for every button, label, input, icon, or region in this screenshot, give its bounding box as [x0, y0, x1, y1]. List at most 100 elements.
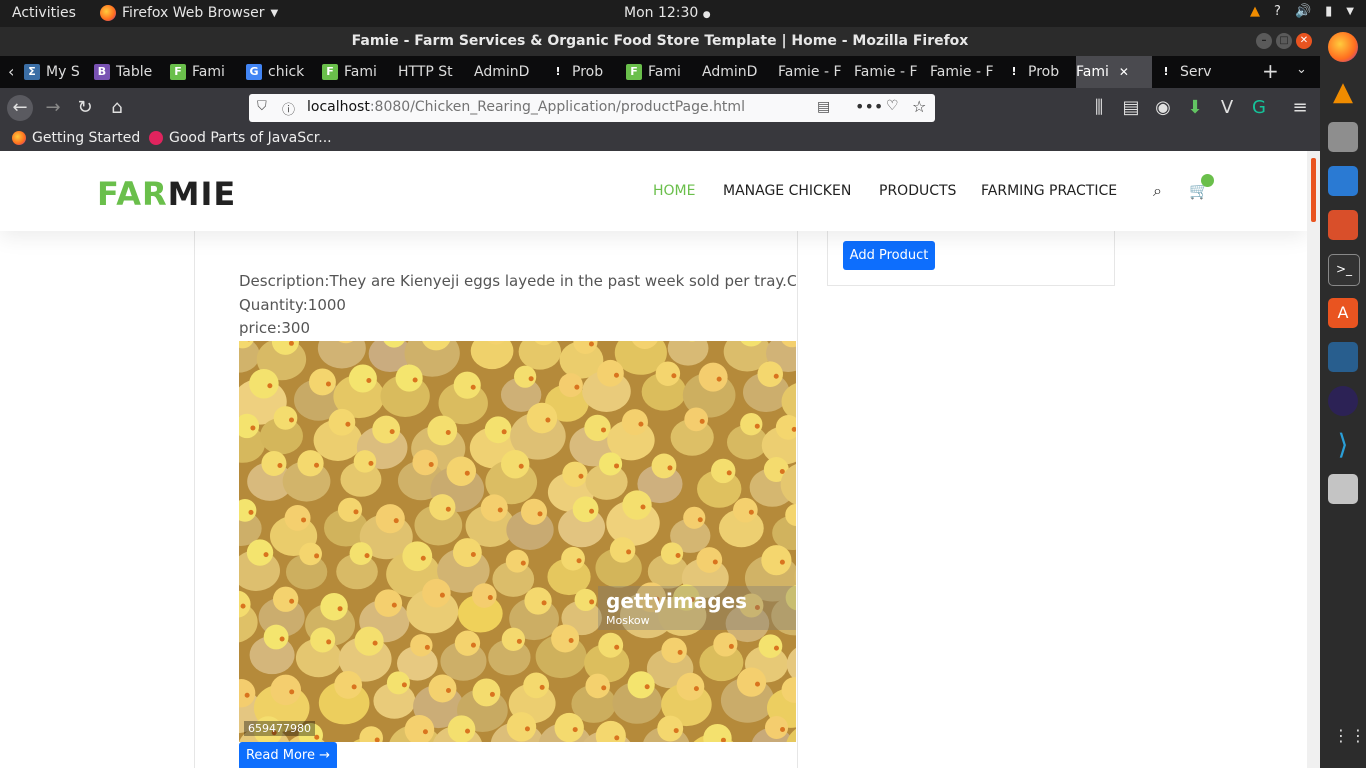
- image-viewer-dock-icon[interactable]: [1328, 474, 1358, 504]
- browser-tab[interactable]: Σ My S: [24, 56, 86, 88]
- tab-favicon: F: [322, 64, 338, 80]
- reader-view-icon[interactable]: ▤: [817, 99, 830, 115]
- nav-products[interactable]: PRODUCTS: [879, 183, 956, 199]
- nav-farming-practice[interactable]: FARMING PRACTICE: [981, 183, 1117, 199]
- extension-v-icon[interactable]: V: [1216, 97, 1238, 119]
- tab-label: AdminD: [474, 64, 530, 80]
- clock[interactable]: Mon 12:30 ●: [624, 5, 711, 21]
- browser-tab[interactable]: ! Serv: [1158, 56, 1228, 88]
- page-scrollbar-thumb[interactable]: [1311, 158, 1316, 222]
- read-more-button[interactable]: Read More →: [239, 742, 337, 768]
- browser-tab[interactable]: Fami ✕: [1076, 56, 1152, 88]
- volume-icon[interactable]: 🔊: [1295, 4, 1311, 19]
- pocket-icon[interactable]: ♡: [886, 98, 899, 114]
- chevron-down-icon: ▼: [270, 7, 279, 19]
- show-apps-icon[interactable]: ⋮⋮⋮: [1333, 728, 1366, 744]
- page-scrollbar[interactable]: [1307, 151, 1320, 768]
- download-icon[interactable]: ⬇: [1184, 97, 1206, 119]
- bookmark-label: Getting Started: [32, 130, 141, 146]
- bookmark-getting-started[interactable]: Getting Started: [12, 130, 140, 146]
- browser-tab[interactable]: ! Prob: [550, 56, 618, 88]
- tracking-shield-icon[interactable]: ⛉: [257, 99, 267, 114]
- url-bar[interactable]: ⛉ ⓘ localhost:8080/Chicken_Rearing_Appli…: [249, 94, 935, 122]
- add-product-button[interactable]: Add Product: [843, 241, 935, 270]
- files-dock-icon[interactable]: [1328, 122, 1358, 152]
- forward-button[interactable]: →: [42, 97, 64, 119]
- bookmark-star-icon[interactable]: ☆: [912, 97, 926, 116]
- site-logo[interactable]: FARMIE: [97, 175, 236, 213]
- info-icon[interactable]: ⓘ: [282, 99, 295, 118]
- tab-strip: ‹ Σ My S B Table F Fami Gchick F Fami HTTP St Admi…: [0, 56, 1320, 88]
- settings-dock-icon[interactable]: [1328, 210, 1358, 240]
- tab-label: chick: [268, 64, 305, 80]
- vscode-dock-icon[interactable]: ⟩: [1328, 430, 1358, 460]
- tab-favicon: !: [550, 64, 566, 80]
- nav-home[interactable]: HOME: [653, 183, 695, 199]
- cart-badge: [1201, 174, 1214, 187]
- minimize-button[interactable]: –: [1256, 33, 1272, 49]
- system-tray[interactable]: ▲ ? 🔊 ▮ ▼: [1250, 4, 1354, 19]
- tab-label: HTTP St: [398, 64, 453, 80]
- menu-icon[interactable]: ≡: [1289, 97, 1311, 119]
- browser-tab[interactable]: F Fami: [626, 56, 694, 88]
- browser-tab[interactable]: Famie - F: [930, 56, 998, 88]
- video-icon: [149, 131, 163, 145]
- browser-tab[interactable]: ! Prob: [1006, 56, 1074, 88]
- tab-scroll-left-icon[interactable]: ‹: [8, 62, 14, 81]
- eclipse-dock-icon[interactable]: [1328, 386, 1358, 416]
- back-button[interactable]: ←: [7, 95, 33, 121]
- browser-tab[interactable]: HTTP St: [398, 56, 466, 88]
- window-title: Famie - Farm Services & Organic Food Sto…: [351, 33, 969, 49]
- maximize-button[interactable]: □: [1276, 33, 1292, 49]
- mysql-dock-icon[interactable]: [1328, 342, 1358, 372]
- tab-favicon: Σ: [24, 64, 40, 80]
- new-tab-button[interactable]: +: [1262, 59, 1279, 83]
- vlc-tray-icon[interactable]: ▲: [1250, 4, 1260, 19]
- search-icon[interactable]: ⌕: [1153, 181, 1162, 201]
- tab-favicon: B: [94, 64, 110, 80]
- chevron-down-icon[interactable]: ▼: [1346, 6, 1354, 17]
- photo-id: 659477980: [244, 721, 315, 736]
- tab-label: Fami: [1076, 64, 1109, 80]
- system-top-bar: Activities Firefox Web Browser ▼ Mon 12:…: [0, 0, 1366, 27]
- browser-tab[interactable]: Famie - F: [854, 56, 922, 88]
- browser-tab[interactable]: B Table: [94, 56, 162, 88]
- browser-tab[interactable]: AdminD: [474, 56, 542, 88]
- software-dock-icon[interactable]: A: [1328, 298, 1358, 328]
- bookmarks-toolbar: Getting Started Good Parts of JavaScr...: [0, 128, 1320, 151]
- vlc-dock-icon[interactable]: ▲: [1328, 77, 1358, 107]
- help-icon[interactable]: ?: [1274, 4, 1281, 19]
- tab-label: Fami: [648, 64, 681, 80]
- browser-tab[interactable]: F Fami: [322, 56, 390, 88]
- app-menu[interactable]: Firefox Web Browser ▼: [100, 5, 278, 21]
- activities-button[interactable]: Activities: [12, 5, 76, 21]
- page-actions-icon[interactable]: •••: [855, 97, 883, 116]
- account-icon[interactable]: ◉: [1152, 97, 1174, 119]
- bookmark-good-parts[interactable]: Good Parts of JavaScr...: [149, 130, 332, 146]
- nav-manage-chicken[interactable]: MANAGE CHICKEN: [723, 183, 851, 199]
- reload-button[interactable]: ↻: [74, 97, 96, 119]
- close-window-button[interactable]: ✕: [1296, 33, 1312, 49]
- writer-dock-icon[interactable]: [1328, 166, 1358, 196]
- home-button[interactable]: ⌂: [106, 97, 128, 119]
- tab-label: Serv: [1180, 64, 1212, 80]
- tab-label: Prob: [1028, 64, 1060, 80]
- close-tab-icon[interactable]: ✕: [1119, 56, 1129, 88]
- grammarly-icon[interactable]: G: [1248, 97, 1270, 119]
- firefox-dock-icon[interactable]: [1328, 32, 1358, 62]
- browser-tab[interactable]: Famie - F: [778, 56, 846, 88]
- app-menu-label: Firefox Web Browser: [122, 5, 265, 21]
- tab-favicon: !: [1158, 64, 1174, 80]
- url-text[interactable]: localhost:8080/Chicken_Rearing_Applicati…: [307, 99, 745, 115]
- library-icon[interactable]: ⫼: [1088, 97, 1110, 119]
- terminal-dock-icon[interactable]: >_: [1328, 254, 1360, 286]
- getty-watermark: gettyimages Moskow: [598, 586, 796, 630]
- sidebar-icon[interactable]: ▤: [1120, 97, 1142, 119]
- tab-favicon: !: [1006, 64, 1022, 80]
- site-header: FARMIE HOME MANAGE CHICKEN PRODUCTS FARM…: [0, 151, 1307, 231]
- browser-tab[interactable]: AdminD: [702, 56, 770, 88]
- browser-tab[interactable]: Gchick: [246, 56, 314, 88]
- browser-tab[interactable]: F Fami: [170, 56, 238, 88]
- battery-icon[interactable]: ▮: [1325, 4, 1332, 19]
- tab-list-icon[interactable]: ⌄: [1296, 62, 1307, 77]
